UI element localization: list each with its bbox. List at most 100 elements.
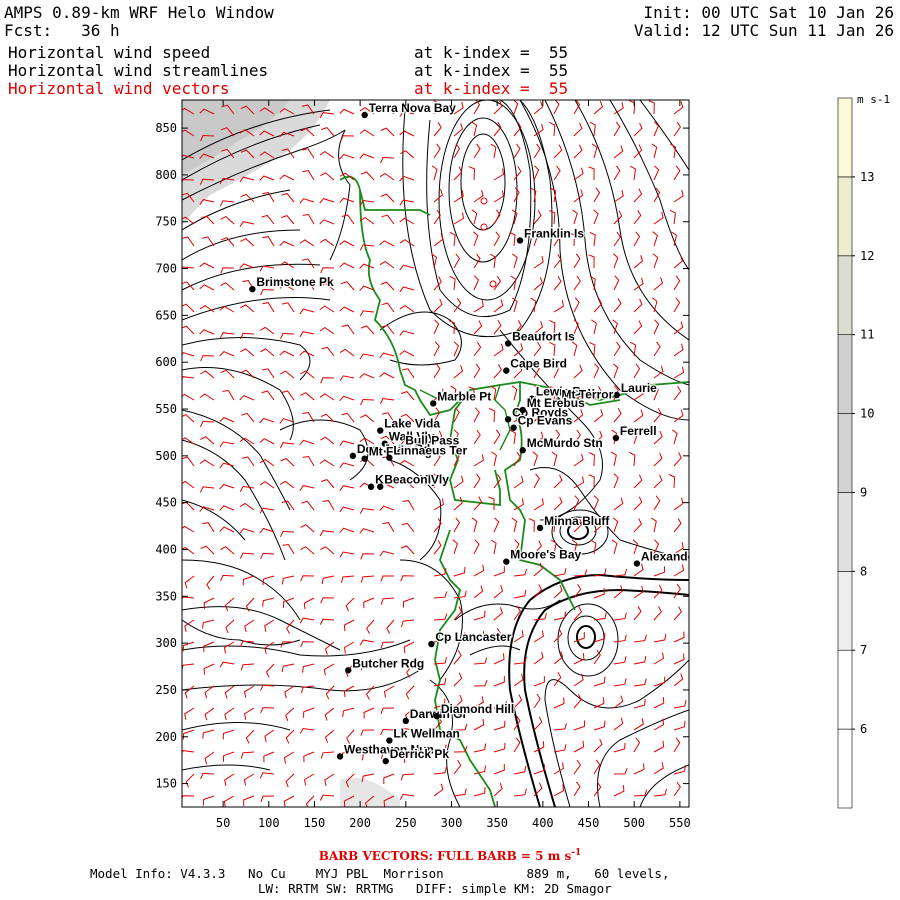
place-dot	[336, 753, 344, 760]
colorbar-swatch	[837, 176, 853, 257]
x-tick-label: 500	[623, 816, 645, 830]
x-tick-label: 50	[216, 816, 230, 830]
place-dot	[433, 712, 441, 720]
x-tick-label: 550	[669, 816, 691, 830]
colorbar-swatch	[837, 255, 853, 336]
place-label: Marble Pt	[437, 389, 491, 403]
place-dot	[503, 367, 510, 374]
x-tick-label: 350	[486, 816, 508, 830]
place-dot	[361, 455, 368, 462]
place-label: Lake Vida	[384, 417, 440, 431]
place-label: Franklin Is	[524, 226, 584, 240]
colorbar-unit-base: m s-1	[857, 93, 890, 106]
place-dot	[430, 400, 437, 407]
colorbar-swatch	[837, 492, 853, 572]
place-label: Cape Bird	[510, 357, 567, 371]
place-dot	[249, 285, 256, 293]
place-label: Minna Bluff	[544, 514, 610, 528]
place-dot	[510, 424, 517, 431]
barb-note-exp: -1	[571, 848, 582, 858]
x-tick-label: 300	[441, 816, 463, 830]
y-tick-label: 650	[155, 308, 177, 322]
map-plot: Terra Nova Bay Franklin Is Brimstone Pk Bea…	[155, 93, 890, 830]
place-dot	[345, 667, 352, 674]
colorbar: 6 7 8 9 10 11 12 13	[837, 97, 874, 809]
place-dot	[349, 452, 357, 460]
colorbar-label: 11	[860, 328, 874, 342]
place-label: Lk Wellman	[393, 727, 459, 741]
place-label: Terra Nova Bay	[369, 101, 456, 115]
colorbar-label: 7	[860, 643, 867, 657]
x-tick-label: 450	[578, 816, 600, 830]
y-tick-label: 250	[155, 683, 177, 697]
place-label: Linnaeus Ter	[393, 444, 467, 458]
place-dot	[367, 483, 375, 490]
y-tick-label: 300	[155, 636, 177, 650]
y-tick-label: 200	[155, 730, 177, 744]
x-tick-label: 250	[395, 816, 417, 830]
colorbar-swatch	[837, 728, 853, 809]
place-label: Moore's Bay	[510, 548, 581, 562]
colorbar-label: 10	[860, 407, 874, 421]
place-label: Diamond Hill	[441, 702, 514, 716]
colorbar-swatch	[837, 97, 853, 178]
colorbar-swatch	[837, 334, 853, 414]
colorbar-unit: m s-1	[857, 93, 890, 106]
wrf-forecast-map: AMPS 0.89-km WRF Helo Window Fcst: 36 h …	[0, 0, 900, 900]
colorbar-swatch	[837, 649, 853, 730]
x-tick-label: 100	[258, 816, 280, 830]
place-label: Cp Lancaster	[435, 630, 511, 644]
place-dot	[516, 237, 524, 244]
y-tick-label: 750	[155, 215, 177, 229]
place-label: Alexander	[641, 550, 699, 564]
place-dot	[402, 717, 410, 725]
place-label: Mt Erebus	[527, 396, 585, 410]
place-dot	[386, 454, 393, 461]
y-tick-label: 500	[155, 449, 177, 463]
place-label: Ferrell	[620, 424, 657, 438]
y-tick-label: 400	[155, 542, 177, 556]
place-dot	[504, 416, 512, 423]
y-tick-label: 850	[155, 121, 177, 135]
place-label: Beaufort Is	[512, 329, 575, 343]
colorbar-label: 12	[860, 249, 874, 263]
place-label: Beacon Vly	[384, 473, 449, 487]
x-tick-label: 150	[304, 816, 326, 830]
place-dot	[382, 757, 389, 765]
barb-note: BARB VECTORS: FULL BARB = 5 m s-1	[0, 848, 900, 863]
colorbar-swatch	[837, 413, 853, 493]
y-tick-label: 350	[155, 589, 177, 603]
y-tick-label: 700	[155, 262, 177, 276]
barb-note-text: BARB VECTORS: FULL BARB = 5 m s	[318, 849, 572, 863]
place-dot	[377, 427, 384, 434]
place-label: McMurdo Stn	[527, 436, 603, 450]
place-label: Brimstone Pk	[256, 275, 334, 289]
place-dot	[519, 406, 526, 414]
y-tick-label: 550	[155, 402, 177, 416]
place-label: Cp Evans	[518, 414, 573, 428]
place-dot	[633, 560, 641, 567]
y-tick-label: 600	[155, 355, 177, 369]
place-dot	[536, 524, 544, 532]
place-label: Butcher Rdg	[352, 656, 424, 670]
place-dot	[519, 447, 526, 454]
place-dot	[504, 340, 512, 347]
colorbar-label: 8	[860, 564, 867, 578]
place-dot	[503, 558, 510, 565]
place-label: Laurie	[621, 381, 657, 395]
place-dot	[612, 434, 620, 442]
place-dot	[613, 391, 621, 399]
colorbar-label: 13	[860, 170, 874, 184]
x-tick-label: 400	[532, 816, 554, 830]
y-tick-label: 450	[155, 496, 177, 510]
colorbar-label: 9	[860, 485, 867, 499]
place-dot	[428, 640, 435, 648]
place-dot	[377, 483, 384, 490]
x-tick-label: 200	[349, 816, 371, 830]
physics-info: LW: RRTM SW: RRTMG DIFF: simple KM: 2D S…	[258, 881, 612, 896]
colorbar-label: 6	[860, 722, 867, 736]
model-info: Model Info: V4.3.3 No Cu MYJ PBL Morriso…	[90, 866, 670, 881]
place-label: Derrick Pk	[390, 747, 450, 761]
colorbar-swatch	[837, 570, 853, 651]
y-tick-label: 800	[155, 168, 177, 182]
